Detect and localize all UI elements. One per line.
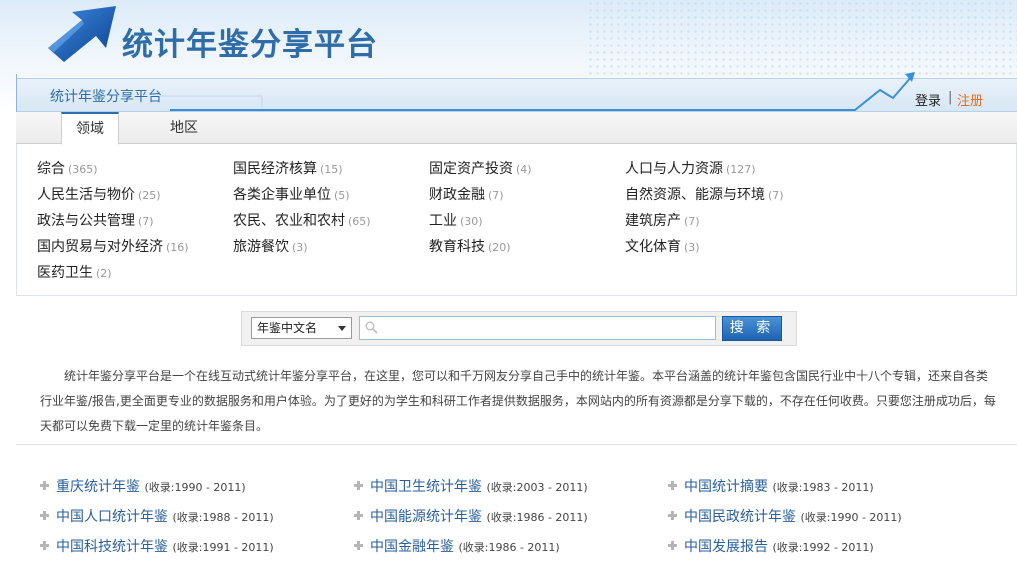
category-label[interactable]: 工业: [429, 213, 457, 229]
category-label[interactable]: 医药卫生: [37, 265, 93, 281]
category-count: (7): [138, 215, 154, 228]
category-count: (65): [348, 215, 371, 228]
search-type-select[interactable]: 年鉴中文名: [251, 317, 352, 339]
tab-bar: 领域 地区: [16, 112, 1017, 145]
yearbook-range: (收录:1986 - 2011): [458, 541, 560, 554]
category-count: (3): [684, 241, 700, 254]
yearbook-name[interactable]: 中国金融年鉴: [370, 539, 454, 555]
chevron-down-icon: [338, 326, 346, 331]
category-label[interactable]: 自然资源、能源与环境: [625, 187, 765, 203]
yearbook-range: (收录:1990 - 2011): [144, 481, 246, 494]
search-button[interactable]: 搜 索: [722, 316, 782, 341]
yearbook-name[interactable]: 中国统计摘要: [684, 479, 768, 495]
category-item[interactable]: 自然资源、能源与环境 (7): [625, 184, 784, 204]
category-item[interactable]: 各类企事业单位 (5): [233, 184, 350, 204]
category-count: (365): [68, 163, 98, 176]
category-label[interactable]: 农民、农业和农村: [233, 213, 345, 229]
separator: |: [948, 90, 953, 105]
category-item[interactable]: 固定资产投资 (4): [429, 158, 532, 178]
yearbook-range: (收录:1988 - 2011): [172, 511, 274, 524]
category-item[interactable]: 建筑房产 (7): [625, 210, 700, 230]
yearbook-name[interactable]: 中国人口统计年鉴: [56, 509, 168, 525]
category-label[interactable]: 文化体育: [625, 239, 681, 255]
category-count: (15): [320, 163, 343, 176]
category-label[interactable]: 人民生活与物价: [37, 187, 135, 203]
search-type-value: 年鉴中文名: [257, 321, 318, 335]
category-item[interactable]: 综合 (365): [37, 158, 98, 178]
divider: [16, 444, 1017, 445]
yearbook-name[interactable]: 中国能源统计年鉴: [370, 509, 482, 525]
tab-domain[interactable]: 领域: [61, 112, 119, 145]
category-item[interactable]: 国民经济核算 (15): [233, 158, 343, 178]
category-count: (7): [488, 189, 504, 202]
category-label[interactable]: 政法与公共管理: [37, 213, 135, 229]
category-item[interactable]: 政法与公共管理 (7): [37, 210, 154, 230]
category-item[interactable]: 医药卫生 (2): [37, 262, 112, 282]
category-item[interactable]: 人口与人力资源 (127): [625, 158, 756, 178]
category-label[interactable]: 各类企事业单位: [233, 187, 331, 203]
yearbook-range: (收录:1990 - 2011): [800, 511, 902, 524]
category-label[interactable]: 建筑房产: [625, 213, 681, 229]
category-count: (4): [516, 163, 532, 176]
category-label[interactable]: 财政金融: [429, 187, 485, 203]
category-count: (16): [166, 241, 189, 254]
category-count: (7): [684, 215, 700, 228]
category-count: (2): [96, 267, 112, 280]
category-item[interactable]: 文化体育 (3): [625, 236, 700, 256]
category-count: (5): [334, 189, 350, 202]
yearbook-name[interactable]: 中国民政统计年鉴: [684, 509, 796, 525]
bullet-icon: [668, 481, 677, 490]
category-count: (25): [138, 189, 161, 202]
category-label[interactable]: 综合: [37, 161, 65, 177]
category-label[interactable]: 固定资产投资: [429, 161, 513, 177]
category-item[interactable]: 农民、农业和农村 (65): [233, 210, 371, 230]
category-label[interactable]: 教育科技: [429, 239, 485, 255]
login-link[interactable]: 登录: [915, 90, 941, 109]
bullet-icon: [354, 481, 363, 490]
yearbook-range: (收录:1986 - 2011): [486, 511, 588, 524]
category-count: (127): [726, 163, 756, 176]
tab-region[interactable]: 地区: [156, 112, 212, 144]
bullet-icon: [40, 511, 49, 520]
intro-text: 统计年鉴分享平台是一个在线互动式统计年鉴分享平台，在这里，您可以和千万网友分享自…: [40, 369, 996, 433]
register-link[interactable]: 注册: [957, 90, 983, 109]
category-item[interactable]: 国内贸易与对外经济 (16): [37, 236, 189, 256]
bullet-icon: [668, 511, 677, 520]
category-label[interactable]: 国民经济核算: [233, 161, 317, 177]
category-count: (20): [488, 241, 511, 254]
category-item[interactable]: 工业 (30): [429, 210, 483, 230]
yearbook-range: (收录:1992 - 2011): [772, 541, 874, 554]
yearbook-name[interactable]: 中国卫生统计年鉴: [370, 479, 482, 495]
category-item[interactable]: 旅游餐饮 (3): [233, 236, 308, 256]
category-label[interactable]: 人口与人力资源: [625, 161, 723, 177]
category-item[interactable]: 教育科技 (20): [429, 236, 511, 256]
bullet-icon: [354, 511, 363, 520]
yearbook-name[interactable]: 中国科技统计年鉴: [56, 539, 168, 555]
category-count: (7): [768, 189, 784, 202]
category-label[interactable]: 旅游餐饮: [233, 239, 289, 255]
yearbook-range: (收录:2003 - 2011): [486, 481, 588, 494]
breadcrumb[interactable]: 统计年鉴分享平台: [50, 86, 162, 106]
bullet-icon: [354, 541, 363, 550]
yearbook-range: (收录:1983 - 2011): [772, 481, 874, 494]
category-item[interactable]: 人民生活与物价 (25): [37, 184, 161, 204]
yearbook-name[interactable]: 中国发展报告: [684, 539, 768, 555]
category-label[interactable]: 国内贸易与对外经济: [37, 239, 163, 255]
category-item[interactable]: 财政金融 (7): [429, 184, 504, 204]
yearbook-range: (收录:1991 - 2011): [172, 541, 274, 554]
search-input[interactable]: [359, 316, 716, 340]
bullet-icon: [40, 541, 49, 550]
search-icon: [365, 321, 378, 334]
category-count: (3): [292, 241, 308, 254]
bullet-icon: [40, 481, 49, 490]
bullet-icon: [668, 541, 677, 550]
yearbook-name[interactable]: 重庆统计年鉴: [56, 479, 140, 495]
category-count: (30): [460, 215, 483, 228]
